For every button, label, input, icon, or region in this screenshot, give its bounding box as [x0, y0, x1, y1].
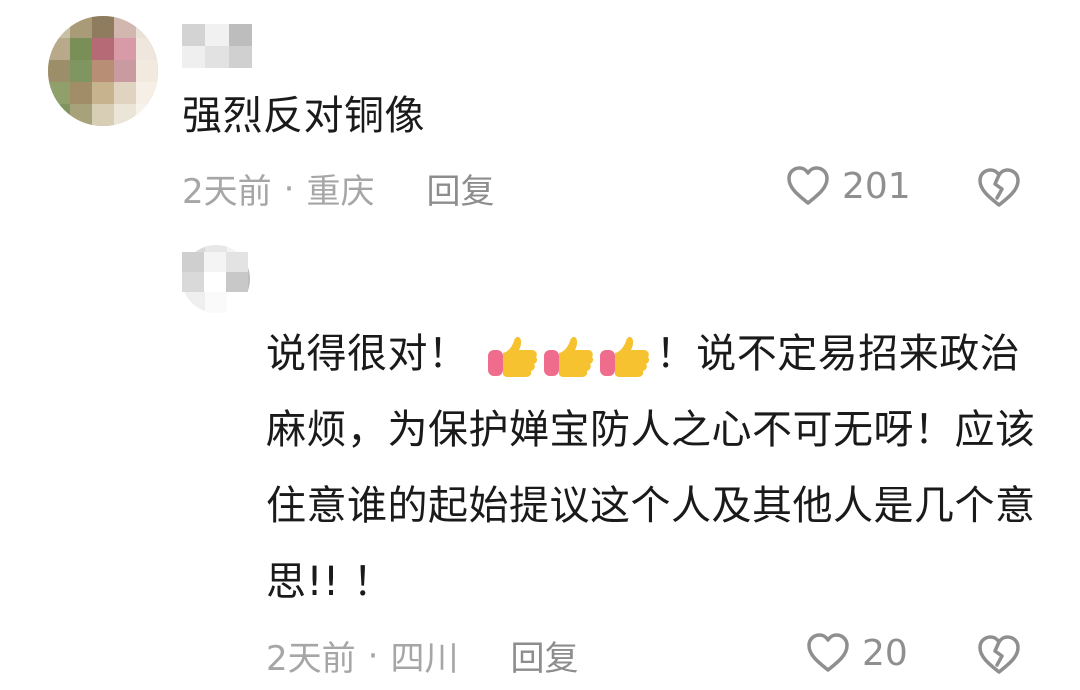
- commenter-avatar[interactable]: [48, 16, 158, 126]
- meta-separator: ·: [367, 635, 379, 676]
- thumbs-up-icon: [487, 337, 537, 377]
- broken-heart-outline-icon: [978, 635, 1020, 674]
- like-count: 201: [842, 165, 911, 207]
- reply-text: 说得很对！ ！说不定易招来政治麻烦，为保护婵宝防人之心不可无呀！应该住意谁的起始…: [266, 316, 1046, 620]
- reply-text-part1: 说得很对！: [266, 331, 469, 377]
- reply-meta: 2天前 · 四川 回复: [266, 631, 578, 680]
- thumbs-up-emoji-group: [486, 333, 652, 379]
- heart-outline-icon: [807, 633, 849, 672]
- dislike-button[interactable]: [975, 631, 1023, 679]
- avatar-mosaic: [48, 16, 158, 126]
- meta-separator: ·: [283, 168, 295, 209]
- reply-button[interactable]: 回复: [426, 164, 494, 213]
- dislike-button[interactable]: [975, 164, 1023, 212]
- thumbs-up-icon: [543, 337, 593, 377]
- like-button[interactable]: 201: [784, 162, 911, 210]
- replier-username-redacted[interactable]: [182, 252, 248, 292]
- comment-location: 重庆: [306, 172, 375, 212]
- comment-text: 强烈反对铜像: [182, 93, 425, 139]
- thumbs-up-icon: [599, 337, 649, 377]
- reply-location: 四川: [390, 639, 459, 679]
- reply-time: 2天前: [266, 639, 356, 679]
- heart-outline-icon: [787, 166, 829, 205]
- broken-heart-outline-icon: [978, 168, 1020, 207]
- like-button[interactable]: 20: [804, 629, 908, 677]
- comment-meta: 2天前 · 重庆 回复: [182, 164, 494, 213]
- reply-button[interactable]: 回复: [510, 631, 578, 680]
- commenter-username-redacted[interactable]: [182, 24, 252, 68]
- like-count: 20: [862, 632, 908, 674]
- comment-time: 2天前: [182, 172, 272, 212]
